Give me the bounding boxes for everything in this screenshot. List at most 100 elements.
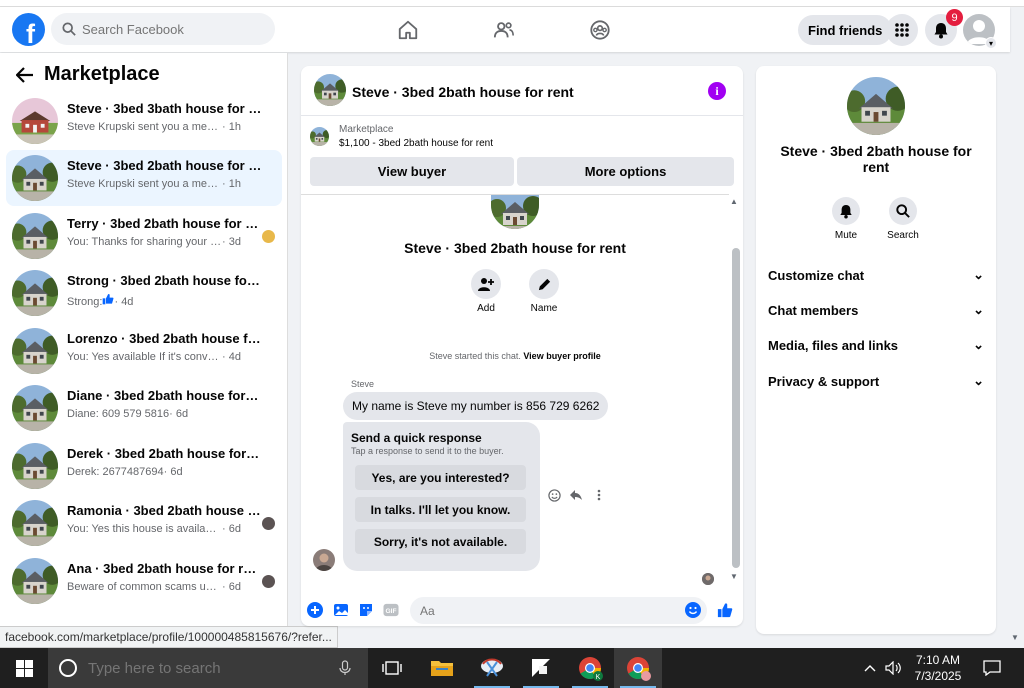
conversation-preview-line: You: Yes this house is available if yo..… xyxy=(67,523,241,535)
conversation-title: Ana · 3bed 2bath house for rent xyxy=(67,561,262,576)
conversation-item[interactable]: Terry · 3bed 2bath house for rent You: Th… xyxy=(6,208,282,264)
listing-thumbnail xyxy=(12,328,58,374)
tray-expand-chevron-icon[interactable] xyxy=(858,648,882,688)
page-scroll-down-arrow-icon[interactable]: ▼ xyxy=(1011,633,1019,642)
conversation-preview: Steve Krupski sent you a message abo... xyxy=(67,121,222,133)
chat-members-row[interactable]: Chat members ⌄ xyxy=(768,299,984,321)
conversation-preview-line: You: Yes available If it's convenient fo… xyxy=(67,351,241,363)
facebook-logo-icon[interactable]: f xyxy=(12,13,45,46)
menu-grid-icon[interactable] xyxy=(886,14,918,46)
conversation-item[interactable]: Lorenzo · 3bed 2bath house for rent You: … xyxy=(6,323,282,379)
more-options-button[interactable]: More options xyxy=(517,157,734,186)
listing-thumbnail xyxy=(12,385,58,431)
info-icon[interactable]: i xyxy=(708,82,726,100)
home-icon[interactable] xyxy=(396,18,420,42)
sticky-notes-icon[interactable] xyxy=(517,648,565,688)
conversation-title: Lorenzo · 3bed 2bath house for rent xyxy=(67,331,262,346)
privacy-support-row[interactable]: Privacy & support ⌄ xyxy=(768,370,984,392)
search-label: Search xyxy=(887,230,919,241)
conversation-title: Derek · 3bed 2bath house for rent xyxy=(67,446,262,461)
details-avatar xyxy=(847,77,905,135)
conversation-preview-line: Beware of common scams using p...· 6d xyxy=(67,581,241,593)
more-actions-icon[interactable] xyxy=(592,488,606,502)
gif-icon[interactable]: GIF xyxy=(383,602,399,618)
quick-response-button[interactable]: Sorry, it's not available. xyxy=(355,529,526,554)
reply-icon[interactable] xyxy=(569,488,583,502)
snipping-tool-icon[interactable] xyxy=(468,648,516,688)
mute-bell-icon[interactable] xyxy=(832,197,860,225)
conversation-item[interactable]: Ana · 3bed 2bath house for rent Beware of… xyxy=(6,553,282,609)
chevron-down-icon[interactable]: ▾ xyxy=(985,37,997,49)
chrome-profile-k-icon[interactable]: K xyxy=(566,648,614,688)
taskbar-search-input[interactable] xyxy=(88,659,328,677)
taskbar-search[interactable] xyxy=(48,648,368,688)
conversation-time: · 4d xyxy=(222,351,241,363)
microphone-icon[interactable] xyxy=(339,660,351,676)
status-bar-url: facebook.com/marketplace/profile/1000004… xyxy=(0,626,338,648)
section-label: Privacy & support xyxy=(768,373,880,389)
find-friends-button[interactable]: Find friends xyxy=(798,15,893,45)
media-files-links-row[interactable]: Media, files and links ⌄ xyxy=(768,334,984,356)
conversation-time: · 6d xyxy=(169,408,189,420)
back-arrow-icon[interactable] xyxy=(16,66,34,83)
conversation-item[interactable]: Diane · 3bed 2bath house for rent Diane: … xyxy=(6,380,282,436)
conversation-item[interactable]: Strong · 3bed 2bath house for rent Strong… xyxy=(6,265,282,321)
windows-start-icon[interactable] xyxy=(0,648,48,688)
sticker-icon[interactable] xyxy=(358,602,374,618)
view-buyer-button[interactable]: View buyer xyxy=(310,157,514,186)
scroll-up-arrow-icon[interactable]: ▲ xyxy=(730,197,738,206)
search-input[interactable] xyxy=(82,21,262,37)
friends-icon[interactable] xyxy=(492,18,516,42)
groups-icon[interactable] xyxy=(588,18,612,42)
sender-avatar[interactable] xyxy=(313,549,335,571)
chat-scroll-thumb[interactable] xyxy=(732,248,740,568)
search-box[interactable] xyxy=(51,13,275,45)
edit-name-icon[interactable] xyxy=(529,269,559,299)
conversation-preview-line: Strong: · 4d xyxy=(67,293,133,308)
conversation-time: · 6d xyxy=(222,523,241,535)
mute-label: Mute xyxy=(834,230,858,241)
volume-icon[interactable] xyxy=(882,648,906,688)
conversation-time: · 4d xyxy=(114,296,134,308)
notification-center-icon[interactable] xyxy=(978,648,1006,688)
react-smiley-icon[interactable] xyxy=(547,488,561,502)
view-buyer-profile-link[interactable]: View buyer profile xyxy=(523,351,600,361)
conversation-title: Diane · 3bed 2bath house for rent xyxy=(67,388,262,403)
browser-top-edge xyxy=(0,0,1024,7)
message-input[interactable] xyxy=(410,597,707,624)
emoji-icon[interactable] xyxy=(685,602,701,618)
marketplace-inbox-sidebar: Marketplace Steve · 3bed 3bath house for… xyxy=(0,53,288,647)
sidebar-title: Marketplace xyxy=(44,63,160,85)
add-person-icon[interactable] xyxy=(471,269,501,299)
conversation-item[interactable]: Steve · 3bed 3bath house for rent Steve K… xyxy=(6,93,282,149)
search-chat-icon[interactable] xyxy=(889,197,917,225)
plus-circle-icon[interactable] xyxy=(307,602,323,618)
listing-thumbnail xyxy=(12,270,58,316)
thumbs-up-icon xyxy=(103,293,114,305)
cortana-circle-icon xyxy=(59,659,77,677)
chrome-browser-icon[interactable] xyxy=(614,648,662,688)
file-explorer-icon[interactable] xyxy=(418,648,466,688)
chat-intro-avatar xyxy=(491,195,539,229)
thumbs-up-icon[interactable] xyxy=(717,602,733,618)
photo-icon[interactable] xyxy=(333,602,349,618)
read-receipt-avatar xyxy=(702,573,714,585)
conversation-item[interactable]: Derek · 3bed 2bath house for rent Derek: … xyxy=(6,438,282,494)
quick-response-button[interactable]: In talks. I'll let you know. xyxy=(355,497,526,522)
seen-avatar xyxy=(262,230,275,243)
listing-thumbnail[interactable] xyxy=(314,74,346,106)
conversation-item[interactable]: Ramonia · 3bed 2bath house for... You: Ye… xyxy=(6,495,282,551)
conversation-preview: Steve Krupski sent you a message abo... xyxy=(67,178,222,190)
conversation-preview-line: You: Thanks for sharing your numb...· 3d xyxy=(67,236,241,248)
system-clock[interactable]: 7:10 AM 7/3/2025 xyxy=(906,652,970,684)
message-bubble[interactable]: My name is Steve my number is 856 729 62… xyxy=(343,392,609,420)
conversation-preview: Beware of common scams using p... xyxy=(67,581,222,593)
conversation-item[interactable]: Steve · 3bed 2bath house for rent Steve K… xyxy=(6,150,282,206)
scroll-down-arrow-icon[interactable]: ▼ xyxy=(730,572,738,581)
quick-response-button[interactable]: Yes, are you interested? xyxy=(355,465,526,490)
listing-thumbnail xyxy=(12,500,58,546)
clock-time: 7:10 AM xyxy=(915,653,961,667)
customize-chat-row[interactable]: Customize chat ⌄ xyxy=(768,264,984,286)
conversation-title: Steve · 3bed 3bath house for rent xyxy=(67,101,262,116)
task-view-icon[interactable] xyxy=(368,648,416,688)
